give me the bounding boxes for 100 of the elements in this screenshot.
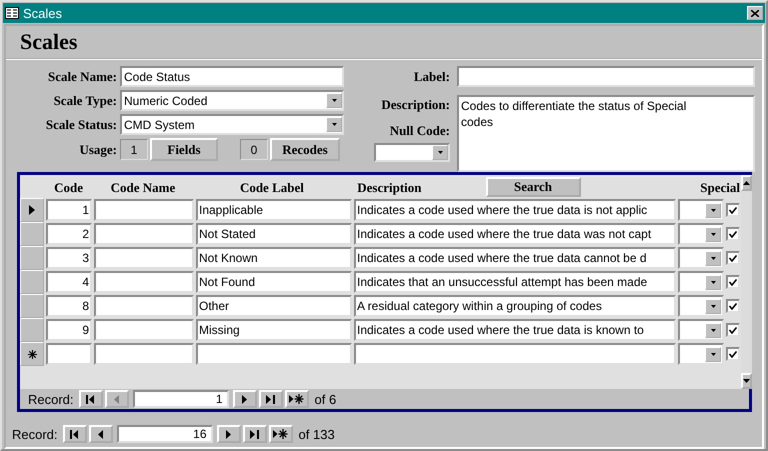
code-name-cell[interactable] <box>94 247 194 269</box>
dropdown-button[interactable] <box>705 298 721 314</box>
new-record-icon <box>273 429 288 439</box>
previous-record-icon <box>98 430 104 438</box>
code-label-cell[interactable]: Not Stated <box>196 223 352 245</box>
code-cell[interactable]: 3 <box>46 247 92 269</box>
last-record-icon <box>250 430 260 438</box>
field-label: Null Code: <box>390 123 450 139</box>
dropdown-button[interactable] <box>705 346 721 362</box>
description-cell[interactable]: Indicates a code used where the true data was not capt <box>354 223 676 245</box>
nav-button[interactable] <box>62 425 87 443</box>
dropdown-button[interactable] <box>705 226 721 242</box>
field-label: Scale Type: <box>52 92 117 108</box>
special-checkbox[interactable] <box>726 323 740 337</box>
dropdown-button[interactable] <box>705 322 721 338</box>
special-checkbox[interactable] <box>726 203 740 217</box>
row-selector[interactable] <box>20 198 44 222</box>
code-label-cell[interactable]: Inapplicable <box>196 199 352 221</box>
caret-icon <box>710 280 716 284</box>
code-name-cell[interactable] <box>94 223 194 245</box>
code-name-cell[interactable] <box>94 271 194 293</box>
nav-button[interactable] <box>284 390 309 408</box>
caret-icon <box>332 123 336 126</box>
description-field[interactable]: Codes to differentiate the status of Special codes <box>457 95 755 172</box>
code-label-cell[interactable]: Other <box>196 295 352 317</box>
close-button[interactable] <box>747 6 763 20</box>
code-label-cell[interactable] <box>196 343 352 365</box>
nav-button[interactable] <box>78 390 103 408</box>
code-cell[interactable]: 8 <box>46 295 92 317</box>
scale-type-dropdown[interactable]: Numeric Coded <box>120 90 344 111</box>
record-count: of 6 <box>314 392 336 406</box>
description-cell[interactable]: A residual category within a grouping of codes <box>354 295 676 317</box>
code-cell[interactable] <box>46 343 92 365</box>
scale-name-field[interactable]: Code Status <box>120 66 344 87</box>
nav-button[interactable] <box>88 425 113 443</box>
nav-button[interactable] <box>242 425 267 443</box>
scrollbar[interactable] <box>741 175 752 389</box>
record-number-field[interactable]: 16 <box>116 425 213 443</box>
scroll-up-icon <box>743 181 750 185</box>
nav-button[interactable] <box>232 390 257 408</box>
last-record-icon <box>266 394 276 404</box>
special-checkbox[interactable] <box>726 299 740 313</box>
nav-button[interactable] <box>268 425 293 443</box>
dropdown-button[interactable] <box>326 117 342 132</box>
description-cell[interactable]: Indicates a code used where the true data cannot be d <box>354 247 676 269</box>
record-label: Record: <box>12 426 58 442</box>
label-field[interactable] <box>457 66 755 87</box>
column-header: Code <box>54 180 84 196</box>
caret-icon <box>710 304 716 308</box>
window-title: Scales <box>23 6 64 20</box>
special-checkbox[interactable] <box>726 227 740 241</box>
description-cell[interactable]: Indicates a code used where the true data is not applic <box>354 199 676 221</box>
code-label-cell[interactable]: Missing <box>196 319 352 341</box>
description-cell[interactable] <box>354 343 676 365</box>
code-label-cell[interactable]: Not Found <box>196 271 352 293</box>
special-checkbox[interactable] <box>726 347 740 361</box>
special-checkbox[interactable] <box>726 251 740 265</box>
description-cell[interactable]: Indicates that an unsuccessful attempt has been made <box>354 271 676 293</box>
scale-status-dropdown[interactable]: CMD System <box>120 114 344 135</box>
check-icon <box>729 302 737 310</box>
dropdown-button[interactable] <box>705 250 721 266</box>
code-cell[interactable]: 4 <box>46 271 92 293</box>
record-count: of 133 <box>298 426 335 442</box>
code-name-cell[interactable] <box>94 295 194 317</box>
record-number-field[interactable]: 1 <box>132 390 229 408</box>
field-label: Description: <box>381 97 450 113</box>
caret-icon <box>438 151 442 154</box>
previous-record-icon <box>114 394 120 404</box>
usage-count: 0 <box>240 139 268 160</box>
recodes-button[interactable]: Recodes <box>270 138 340 161</box>
fields-button[interactable]: Fields <box>150 138 218 161</box>
field-label: Scale Name: <box>47 68 117 84</box>
check-icon <box>729 350 737 358</box>
special-checkbox[interactable] <box>726 275 740 289</box>
column-header: Code Label <box>240 180 304 196</box>
code-cell[interactable]: 2 <box>46 223 92 245</box>
nav-button[interactable] <box>216 425 241 443</box>
code-cell[interactable]: 9 <box>46 319 92 341</box>
search-button[interactable]: Search <box>486 177 581 197</box>
form-title: Scales <box>20 29 78 55</box>
dropdown-button[interactable] <box>705 274 721 290</box>
description-cell[interactable]: Indicates a code used where the true data is known to <box>354 319 676 341</box>
column-header: Special <box>700 180 740 196</box>
code-name-cell[interactable] <box>94 319 194 341</box>
scroll-down-icon <box>743 379 750 383</box>
dropdown-button[interactable] <box>432 145 448 160</box>
caret-icon <box>710 328 716 332</box>
dropdown-button[interactable] <box>326 93 342 108</box>
code-cell[interactable]: 1 <box>46 199 92 221</box>
column-header: Description <box>357 180 422 196</box>
code-label-cell[interactable]: Not Known <box>196 247 352 269</box>
field-label: Label: <box>412 68 450 84</box>
code-name-cell[interactable] <box>94 343 194 365</box>
code-name-cell[interactable] <box>94 199 194 221</box>
first-record-icon <box>70 430 80 438</box>
row-selector[interactable] <box>20 342 44 366</box>
field-label: Scale Status: <box>44 116 117 132</box>
caret-icon <box>332 99 336 102</box>
nav-button[interactable] <box>258 390 283 408</box>
dropdown-button[interactable] <box>705 202 721 218</box>
